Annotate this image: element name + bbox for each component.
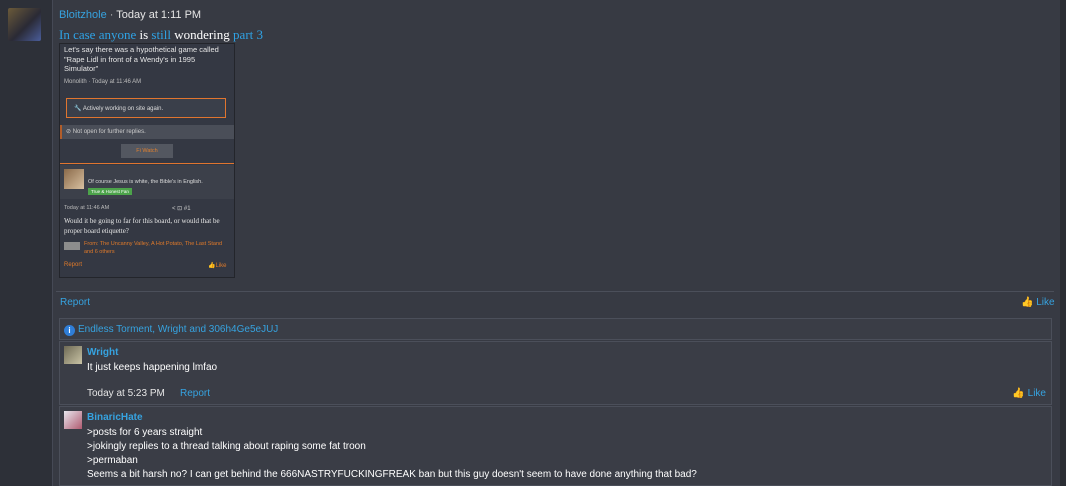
reaction-icons (64, 242, 80, 250)
comment-line: Seems a bit harsh no? I can get behind t… (87, 469, 697, 480)
comment-author[interactable]: BinaricHate (87, 412, 143, 423)
comment-like-button[interactable]: 👍 Like (1012, 388, 1046, 399)
comment-body: >posts for 6 years straight >jokingly re… (87, 426, 697, 482)
avatar[interactable] (64, 411, 82, 429)
embedded-post-text: Would it be going to far for this board,… (64, 217, 220, 235)
thread-title: Let's say there was a hypothetical game … (64, 45, 219, 73)
closed-notice-text: Not open for further replies. (72, 129, 146, 135)
notice-box: 🔧 Actively working on site again. (66, 98, 226, 118)
likers-bar[interactable]: i Endless Torment, Wright and 306h4Ge5eJ… (59, 318, 1052, 340)
embedded-like: 👍Like (208, 262, 227, 269)
comment-line: >jokingly replies to a thread talking ab… (87, 441, 366, 452)
embedded-post-icons: < ⊡ #1 (172, 206, 191, 212)
scrollbar[interactable] (1060, 0, 1066, 486)
embedded-user-title: Of course Jesus is white, the Bible's in… (88, 179, 203, 185)
embedded-avatar (64, 169, 84, 189)
closed-notice: ⊘ Not open for further replies. (60, 125, 234, 139)
message-link-3[interactable]: part 3 (233, 27, 263, 42)
info-icon: i (64, 325, 75, 336)
thread-meta: Monolith · Today at 11:46 AM (64, 79, 142, 85)
message-text-2: wondering (170, 27, 234, 42)
orange-divider (60, 163, 234, 164)
thumbs-up-icon: 👍 (1012, 388, 1028, 399)
post-divider (56, 291, 1054, 292)
like-button[interactable]: 👍 Like (1021, 297, 1055, 308)
message-link-2[interactable]: still (151, 27, 171, 42)
watch-buttons: Fi Watch (121, 144, 173, 158)
thumbs-up-icon: 👍 (1021, 297, 1037, 308)
embedded-tag: True & Honest Fan (88, 188, 132, 195)
post-header: Bloitzhole · Today at 1:11 PM (59, 9, 201, 21)
lock-icon: ⊘ (66, 129, 73, 135)
embedded-report: Report (64, 262, 83, 268)
notice-text: Actively working on site again. (82, 106, 164, 112)
comment-item: Wright It just keeps happening lmfao Tod… (59, 341, 1052, 405)
comment-time[interactable]: Today at 5:23 PM (87, 388, 165, 399)
author-link[interactable]: Bloitzhole (59, 9, 107, 21)
embedded-time: Today at 11:46 AM (64, 205, 110, 211)
comment-line: >permaban (87, 455, 138, 466)
likers-list[interactable]: Endless Torment, Wright and 306h4Ge5eJUJ (78, 324, 278, 335)
comment-line: >posts for 6 years straight (87, 427, 203, 438)
post-timestamp[interactable]: Today at 1:11 PM (116, 9, 201, 21)
embedded-like-label: Like (215, 263, 227, 269)
comment-like-label: Like (1027, 388, 1046, 399)
comment-author[interactable]: Wright (87, 347, 118, 358)
message-link-1[interactable]: In case anyone (59, 27, 136, 42)
like-label: Like (1036, 297, 1055, 308)
post-message: In case anyone is still wondering part 3 (59, 27, 263, 43)
comment-report-button[interactable]: Report (180, 388, 210, 399)
avatar[interactable] (8, 8, 41, 41)
comment-body: It just keeps happening lmfao (87, 361, 217, 375)
wrench-icon: 🔧 (74, 106, 83, 112)
comment-line: It just keeps happening lmfao (87, 362, 218, 373)
embedded-screenshot[interactable]: Let's say there was a hypothetical game … (59, 43, 235, 278)
report-button[interactable]: Report (60, 297, 90, 308)
embedded-reactions: From: The Uncanny Valley, A Hot Potato, … (84, 241, 223, 255)
avatar[interactable] (64, 346, 82, 364)
message-text-1: is (136, 27, 152, 42)
comment-item: BinaricHate >posts for 6 years straight … (59, 406, 1052, 486)
